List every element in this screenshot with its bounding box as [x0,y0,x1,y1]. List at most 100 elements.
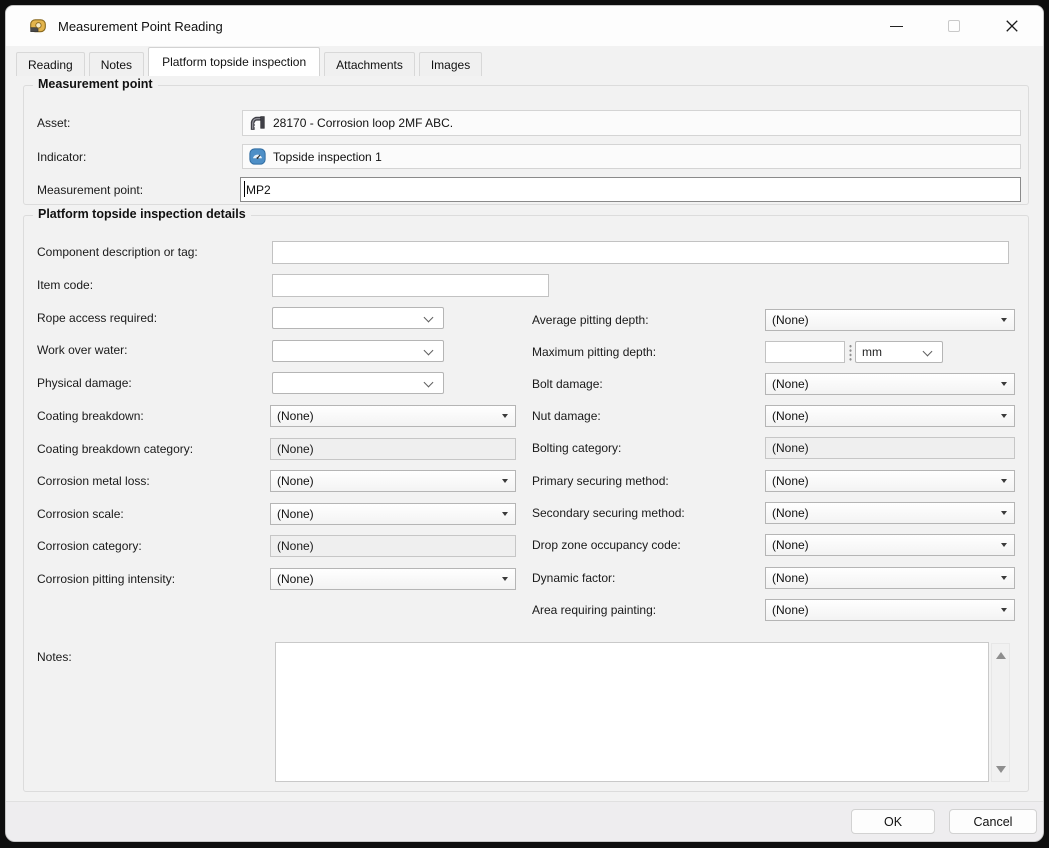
titlebar: Measurement Point Reading [6,6,1043,46]
dropdown-arrow-icon [993,374,1014,394]
svg-text:3: 3 [253,122,257,129]
combo-value: (None) [766,409,993,423]
corrosion-metal-loss-combo[interactable]: (None) [270,470,516,492]
spinner-dots-icon [849,344,852,361]
combo-value: (None) [271,409,494,423]
rope-access-required-label: Rope access required: [37,311,157,325]
measuring-tape-icon [28,16,48,36]
dropdown-arrow-icon [494,406,515,426]
window-controls [867,6,1041,46]
tab-images[interactable]: Images [419,52,482,76]
corrosion-scale-combo[interactable]: (None) [270,503,516,525]
dropdown-arrow-icon [494,471,515,491]
corrosion-pitting-intensity-label: Corrosion pitting intensity: [37,572,175,586]
tab-notes[interactable]: Notes [89,52,144,76]
measurement-point-group: Measurement point Asset: 3 28170 - Corro… [23,85,1029,205]
secondary-securing-method-label: Secondary securing method: [532,506,685,520]
combo-value: (None) [766,506,993,520]
dropdown-arrow-icon [993,471,1014,491]
scroll-down-icon[interactable] [996,766,1006,773]
bolt-damage-label: Bolt damage: [532,377,603,391]
dynamic-factor-combo[interactable]: (None) [765,567,1015,589]
nut-damage-label: Nut damage: [532,409,601,423]
physical-damage-select[interactable] [272,372,444,394]
close-icon [1005,19,1019,33]
footer-bar: OK Cancel [6,801,1043,842]
primary-securing-method-combo[interactable]: (None) [765,470,1015,492]
maximum-pitting-depth-label: Maximum pitting depth: [532,345,656,359]
dropdown-arrow-icon [993,535,1014,555]
corrosion-category-field: (None) [270,535,516,557]
text-caret [244,181,245,197]
primary-securing-method-label: Primary securing method: [532,474,669,488]
average-pitting-depth-combo[interactable]: (None) [765,309,1015,331]
dropdown-arrow-icon [993,568,1014,588]
minimize-icon [890,26,903,27]
corrosion-pitting-intensity-combo[interactable]: (None) [270,568,516,590]
tab-platform-topside-inspection[interactable]: Platform topside inspection [148,47,320,76]
coating-breakdown-label: Coating breakdown: [37,409,144,423]
maximize-button[interactable] [925,6,983,46]
notes-scrollbar[interactable] [991,643,1010,782]
coating-breakdown-combo[interactable]: (None) [270,405,516,427]
notes-textarea[interactable] [275,642,989,782]
combo-value: (None) [766,603,993,617]
drop-zone-occupancy-code-combo[interactable]: (None) [765,534,1015,556]
tab-reading[interactable]: Reading [16,52,85,76]
nut-damage-combo[interactable]: (None) [765,405,1015,427]
work-over-water-select[interactable] [272,340,444,362]
chevron-down-icon [424,313,434,323]
indicator-label: Indicator: [37,150,86,164]
combo-value: (None) [271,507,494,521]
group-title: Platform topside inspection details [33,207,251,221]
dynamic-factor-label: Dynamic factor: [532,571,615,585]
scroll-up-icon[interactable] [996,652,1006,659]
group-title: Measurement point [33,77,158,91]
asset-corrosion-loop-icon: 3 [246,112,268,134]
rope-access-required-select[interactable] [272,307,444,329]
minimize-button[interactable] [867,6,925,46]
item-code-input[interactable] [272,274,549,297]
area-requiring-painting-label: Area requiring painting: [532,603,656,617]
drop-zone-occupancy-code-label: Drop zone occupancy code: [532,538,681,552]
indicator-value: Topside inspection 1 [268,150,382,164]
physical-damage-label: Physical damage: [37,376,132,390]
chevron-down-icon [424,346,434,356]
dropdown-arrow-icon [494,569,515,589]
notes-label: Notes: [37,650,72,664]
close-button[interactable] [983,6,1041,46]
dropdown-arrow-icon [993,406,1014,426]
asset-label: Asset: [37,116,70,130]
cancel-button[interactable]: Cancel [949,809,1037,834]
dropdown-arrow-icon [494,504,515,524]
measurement-point-input[interactable] [240,177,1021,202]
corrosion-metal-loss-label: Corrosion metal loss: [37,474,150,488]
average-pitting-depth-label: Average pitting depth: [532,313,649,327]
measurement-point-reading-dialog: Measurement Point Reading Reading Notes … [5,5,1044,842]
area-requiring-painting-combo[interactable]: (None) [765,599,1015,621]
combo-value: (None) [766,474,993,488]
component-description-input[interactable] [272,241,1009,264]
item-code-label: Item code: [37,278,93,292]
asset-field: 3 28170 - Corrosion loop 2MF ABC. [242,110,1021,136]
dropdown-arrow-icon [993,310,1014,330]
readonly-value: (None) [277,539,314,553]
component-description-label: Component description or tag: [37,245,198,259]
indicator-field: Topside inspection 1 [242,144,1021,169]
combo-value: (None) [766,571,993,585]
dropdown-arrow-icon [993,503,1014,523]
corrosion-category-label: Corrosion category: [37,539,142,553]
corrosion-scale-label: Corrosion scale: [37,507,124,521]
maximum-pitting-depth-unit-select[interactable]: mm [855,341,943,363]
secondary-securing-method-combo[interactable]: (None) [765,502,1015,524]
maximum-pitting-depth-input[interactable] [765,341,845,363]
work-over-water-label: Work over water: [37,343,127,357]
ok-button[interactable]: OK [851,809,935,834]
tab-attachments[interactable]: Attachments [324,52,415,76]
combo-value: (None) [766,538,993,552]
readonly-value: (None) [772,441,809,455]
combo-value: (None) [271,572,494,586]
combo-value: (None) [766,313,993,327]
bolt-damage-combo[interactable]: (None) [765,373,1015,395]
readonly-value: (None) [277,442,314,456]
